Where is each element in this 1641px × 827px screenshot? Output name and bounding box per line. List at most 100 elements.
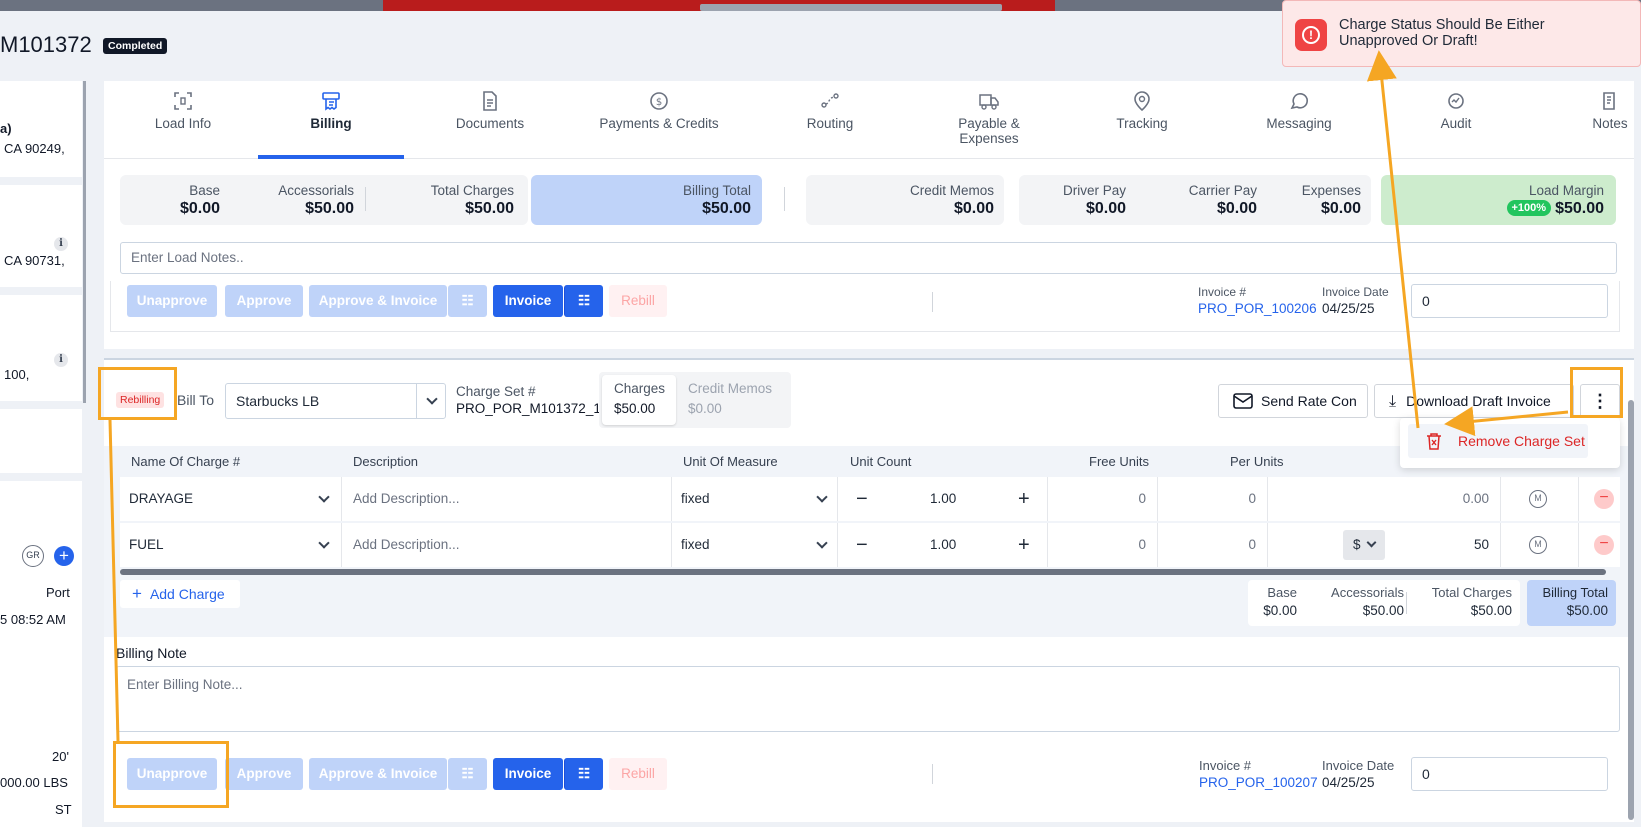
send-rate-con-button[interactable]: Send Rate Con <box>1218 384 1368 418</box>
amount-input[interactable]: 0 <box>1411 757 1608 791</box>
left-weight: 000.00 LBS <box>0 775 68 790</box>
invoice-button[interactable]: Invoice <box>493 758 563 790</box>
rebill-button[interactable]: Rebill <box>609 285 667 317</box>
left-panel-scrollbar[interactable] <box>83 81 86 403</box>
toast-message: Charge Status Should Be Either Unapprove… <box>1339 17 1545 49</box>
left-addr2: CA 90731, <box>4 253 65 268</box>
totals-total-charges: Total Charges $50.00 <box>1431 585 1512 618</box>
free-units-input[interactable]: 0 <box>1048 523 1158 567</box>
bill-to-label: Bill To <box>177 392 215 408</box>
totals-box: Base $0.00 Accessorials $50.00 Total Charg… <box>1248 580 1520 626</box>
info-icon[interactable]: i <box>54 237 68 251</box>
status-badge: Completed <box>103 38 168 54</box>
tab-audit[interactable]: Audit <box>1386 81 1526 159</box>
top-strip-gray <box>700 4 1002 11</box>
plus-icon[interactable]: + <box>1018 477 1030 521</box>
bill-to-select[interactable]: Starbucks LB <box>225 383 446 419</box>
approve-button[interactable]: Approve <box>225 285 303 317</box>
tab-messaging[interactable]: Messaging <box>1224 81 1374 159</box>
tab-label: Documents <box>455 116 525 131</box>
charge-set-number: PRO_POR_M101372_1 <box>456 401 601 416</box>
rebill-button[interactable]: Rebill <box>609 758 667 790</box>
calendar-icon[interactable]: ☷ <box>448 285 487 317</box>
manual-icon[interactable]: M <box>1529 536 1547 554</box>
highlight-rebilling <box>98 367 177 420</box>
calendar-icon[interactable]: ☷ <box>564 758 603 790</box>
download-draft-invoice-button[interactable]: ⤓ Download Draft Invoice <box>1374 384 1574 418</box>
error-toast[interactable]: ! Charge Status Should Be Either Unappro… <box>1282 0 1641 67</box>
info-icon[interactable]: i <box>54 353 68 367</box>
invoice-number-link[interactable]: PRO_POR_100206 <box>1198 301 1317 316</box>
messaging-icon <box>1290 93 1308 110</box>
manual-icon[interactable]: M <box>1529 490 1547 508</box>
summary-expenses: Expenses $0.00 <box>1301 183 1361 217</box>
svg-text:$: $ <box>656 97 662 108</box>
uom-select[interactable]: fixed <box>672 477 838 521</box>
tab-notes[interactable]: Notes <box>1540 81 1641 159</box>
summary-driver-pay: Driver Pay $0.00 <box>1062 183 1126 217</box>
minus-icon[interactable]: − <box>856 477 868 521</box>
summary-credit-memos: Credit Memos $0.00 <box>909 183 994 217</box>
tab-payable-expenses[interactable]: Payable & Expenses <box>914 81 1064 159</box>
stop-card-3[interactable] <box>0 295 82 401</box>
truck-icon <box>979 94 999 110</box>
chevron-down-icon <box>1366 537 1377 548</box>
chevron-down-icon <box>318 537 330 549</box>
summary-carrier-pay: Carrier Pay $0.00 <box>1188 183 1257 217</box>
per-units-input[interactable]: 0 <box>1158 477 1268 521</box>
tab-payments[interactable]: $ Payments & Credits <box>574 81 744 159</box>
invoice-button[interactable]: Invoice <box>493 285 563 317</box>
audit-icon <box>1448 93 1464 109</box>
remove-charge-set-option[interactable]: Remove Charge Set <box>1408 424 1588 458</box>
tab-label: Load Info <box>154 116 212 131</box>
amount-cell: $ 50 <box>1268 523 1501 567</box>
currency-select[interactable]: $ <box>1343 530 1385 560</box>
tab-tracking[interactable]: Tracking <box>1072 81 1212 159</box>
add-icon[interactable]: + <box>54 546 74 566</box>
tracking-icon <box>1134 91 1150 112</box>
calendar-icon[interactable]: ☷ <box>448 758 487 790</box>
stop-card-2[interactable] <box>0 185 82 287</box>
charge-name-select[interactable]: DRAYAGE <box>120 477 342 521</box>
tab-load-info[interactable]: Load Info <box>118 81 248 159</box>
charge-name-select[interactable]: FUEL <box>120 523 342 567</box>
approve-button[interactable]: Approve <box>225 758 303 790</box>
chevron-down-icon <box>318 491 330 503</box>
calendar-icon[interactable]: ☷ <box>564 285 603 317</box>
remove-row-icon[interactable]: − <box>1594 489 1614 509</box>
stop-card-1[interactable] <box>0 81 82 177</box>
tab-label: Tracking <box>1116 116 1168 131</box>
summary-load-margin: Load Margin +100% $50.00 <box>1424 183 1604 218</box>
stop-card-4[interactable] <box>0 409 82 473</box>
tab-routing[interactable]: Routing <box>760 81 900 159</box>
load-notes-input[interactable]: Enter Load Notes.. <box>120 242 1617 274</box>
left-time: 5 08:52 AM <box>0 612 66 627</box>
per-units-input[interactable]: 0 <box>1158 523 1268 567</box>
amount-input[interactable]: 0 <box>1411 284 1608 318</box>
tab-billing[interactable]: Billing <box>258 81 404 159</box>
minus-icon[interactable]: − <box>856 523 868 567</box>
tab-label: Billing <box>310 116 352 131</box>
amount-input[interactable]: 0.00 <box>1268 477 1501 521</box>
uom-select[interactable]: fixed <box>672 523 838 567</box>
tab-documents[interactable]: Documents <box>420 81 560 159</box>
approve-invoice-button[interactable]: Approve & Invoice <box>309 758 447 790</box>
error-icon: ! <box>1295 19 1327 51</box>
amount-input[interactable]: 50 <box>1474 523 1489 567</box>
remove-row-icon[interactable]: − <box>1594 535 1614 555</box>
free-units-input[interactable]: 0 <box>1048 477 1158 521</box>
add-charge-button[interactable]: + Add Charge <box>120 580 240 608</box>
unapprove-button[interactable]: Unapprove <box>127 285 217 317</box>
divider <box>1406 592 1407 614</box>
main-vertical-scrollbar[interactable] <box>1628 400 1634 820</box>
trash-icon <box>1427 433 1441 450</box>
description-input[interactable]: Add Description... <box>342 523 672 567</box>
description-input[interactable]: Add Description... <box>342 477 672 521</box>
approve-invoice-button[interactable]: Approve & Invoice <box>309 285 447 317</box>
billing-note-input[interactable]: Enter Billing Note... <box>116 666 1620 732</box>
tab-label: Routing <box>806 116 854 131</box>
plus-icon[interactable]: + <box>1018 523 1030 567</box>
credit-memos-tab[interactable]: Credit Memos $0.00 <box>688 381 772 416</box>
charges-tab[interactable]: Charges $50.00 <box>602 375 676 425</box>
invoice-number-link[interactable]: PRO_POR_100207 <box>1199 775 1318 790</box>
